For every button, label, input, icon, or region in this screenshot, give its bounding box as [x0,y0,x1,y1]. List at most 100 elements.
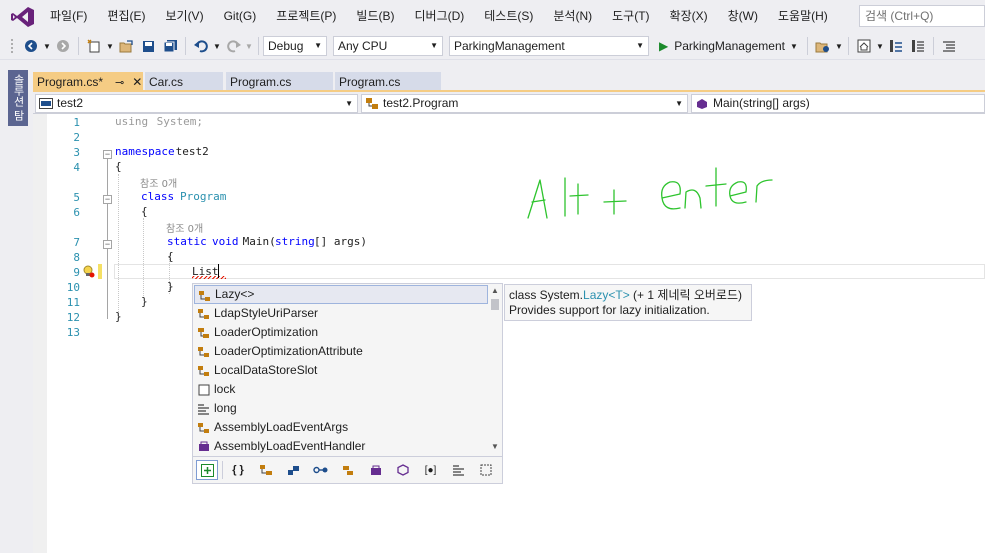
enum-icon [197,326,210,339]
close-icon[interactable]: ✕ [132,75,142,89]
struct-filter-icon[interactable] [282,460,304,480]
undo-dropdown-icon[interactable]: ▼ [212,42,222,51]
tooltip-prefix: class System. [509,288,584,302]
pin-icon[interactable]: ⊸ [115,77,124,89]
menu-tools[interactable]: 도구(T) [602,0,659,33]
scroll-down-icon[interactable]: ▼ [488,442,502,454]
completion-item[interactable]: LoaderOptimization [194,323,488,342]
platform-value: Any CPU [338,39,388,53]
codelens-references[interactable]: 참조 0개 [166,220,203,235]
code-line-6[interactable]: { [33,204,985,219]
home-icon[interactable] [854,36,874,56]
forward-icon[interactable] [53,36,73,56]
solution-configuration-dropdown[interactable]: Debug ▼ [263,36,327,56]
class-filter-icon[interactable] [255,460,277,480]
tab-car-cs[interactable]: Car.cs [145,72,223,92]
browser-link-icon[interactable] [813,36,833,56]
keyword-void: void [212,235,239,248]
start-debugging-button[interactable]: ▶ ParkingManagement ▼ [655,36,803,56]
browser-dropdown-icon[interactable]: ▼ [834,42,844,51]
bookmark-list-icon[interactable] [908,36,928,56]
tab-program-cs-2[interactable]: Program.cs [335,72,441,92]
comment-lines-icon[interactable] [939,36,959,56]
scroll-thumb[interactable] [491,299,499,310]
code-line-9[interactable]: List [33,264,985,279]
code-line-3[interactable]: namespace test2 [33,144,985,159]
code-line-8[interactable]: { [33,249,985,264]
menu-debug[interactable]: 디버그(D) [404,0,474,33]
step-over-icon[interactable] [886,36,906,56]
interface-filter-icon[interactable] [310,460,332,480]
completion-item-label: long [214,401,237,415]
new-dropdown-icon[interactable]: ▼ [105,42,115,51]
menu-build[interactable]: 빌드(B) [346,0,404,33]
type-dropdown[interactable]: test2.Program ▼ [361,94,688,113]
menu-analyze[interactable]: 분석(N) [543,0,602,33]
menu-project[interactable]: 프로젝트(P) [266,0,346,33]
open-file-icon[interactable] [116,36,136,56]
code-line-5[interactable]: class Program [33,189,985,204]
expand-all-icon[interactable] [196,460,218,480]
solution-platform-dropdown[interactable]: Any CPU ▼ [333,36,443,56]
menu-file[interactable]: 파일(F) [40,0,97,33]
completion-item-label: AssemblyLoadEventHandler [214,439,366,453]
delegate-filter-icon[interactable] [365,460,387,480]
menu-view[interactable]: 보기(V) [155,0,213,33]
completion-items: Lazy<> LdapStyleUriParser LoaderOptimizati… [193,284,489,456]
undo-icon[interactable] [191,36,211,56]
save-icon[interactable] [138,36,158,56]
tab-label: Program.cs [339,75,401,89]
completion-item[interactable]: LoaderOptimizationAttribute [194,342,488,361]
code-line-4[interactable]: { [33,159,985,174]
namespace-filter-icon[interactable]: { } [227,460,249,480]
redo-dropdown-icon[interactable]: ▼ [244,42,254,51]
redo-icon[interactable] [223,36,243,56]
code-editor[interactable]: 1 2 3 4 5 6 7 8 9 10 11 12 13 − − − using System; na… [33,114,985,553]
menu-git[interactable]: Git(G) [214,0,267,33]
completion-item[interactable]: LdapStyleUriParser [194,304,488,323]
snippet-filter-icon[interactable] [475,460,497,480]
code-line-1[interactable]: using System; [33,114,985,129]
completion-item[interactable]: LocalDataStoreSlot [194,361,488,380]
module-filter-icon[interactable] [392,460,414,480]
keyword-filter-icon[interactable] [447,460,469,480]
code-line-7[interactable]: static void Main( string [] args) [33,234,985,249]
new-project-icon[interactable] [84,36,104,56]
solution-explorer-tab[interactable]: 솔루션 탐 [8,70,28,126]
completion-scrollbar[interactable]: ▲ ▼ [488,284,502,456]
line-number: 2 [73,131,80,144]
visual-studio-logo-icon[interactable] [10,6,36,28]
enum-filter-icon[interactable] [337,460,359,480]
intellisense-completion-list[interactable]: Lazy<> LdapStyleUriParser LoaderOptimizati… [192,283,503,484]
completion-item[interactable]: lock [194,380,488,399]
completion-item[interactable]: AssemblyLoadEventArgs [194,418,488,437]
run-dropdown-icon[interactable]: ▼ [789,42,799,51]
namespace-system: System; [150,115,203,128]
menu-edit[interactable]: 편집(E) [97,0,155,33]
snippet-icon [197,383,210,396]
completion-item[interactable]: long [194,399,488,418]
back-icon[interactable] [21,36,41,56]
codelens-references[interactable]: 참조 0개 [140,175,177,190]
handwritten-annotation [520,150,785,228]
completion-item[interactable]: AssemblyLoadEventHandler [194,437,488,456]
scroll-up-icon[interactable]: ▲ [488,286,502,298]
menu-window[interactable]: 창(W) [718,0,768,33]
member-dropdown[interactable]: Main(string[] args) [691,94,985,113]
search-input[interactable]: 검색 (Ctrl+Q) [859,5,985,27]
menu-test[interactable]: 테스트(S) [474,0,543,33]
method-icon [695,97,709,110]
startup-project-dropdown[interactable]: ParkingManagement ▼ [449,36,649,56]
menu-help[interactable]: 도움말(H) [768,0,838,33]
project-dropdown[interactable]: test2 ▼ [35,94,358,113]
menu-extensions[interactable]: 확장(X) [660,0,718,33]
toolbar-grip[interactable] [10,37,14,55]
home-dropdown-icon[interactable]: ▼ [875,42,885,51]
back-dropdown-icon[interactable]: ▼ [42,42,52,51]
value-filter-icon[interactable]: [●] [420,460,442,480]
tooltip-type-name: Lazy<T> [583,288,630,302]
tab-program-cs[interactable]: Program.cs [226,72,333,92]
tab-program-cs-active[interactable]: Program.cs* ⊸ ✕ [33,72,143,92]
completion-item-selected[interactable]: Lazy<> [194,285,488,304]
save-all-icon[interactable] [160,36,180,56]
